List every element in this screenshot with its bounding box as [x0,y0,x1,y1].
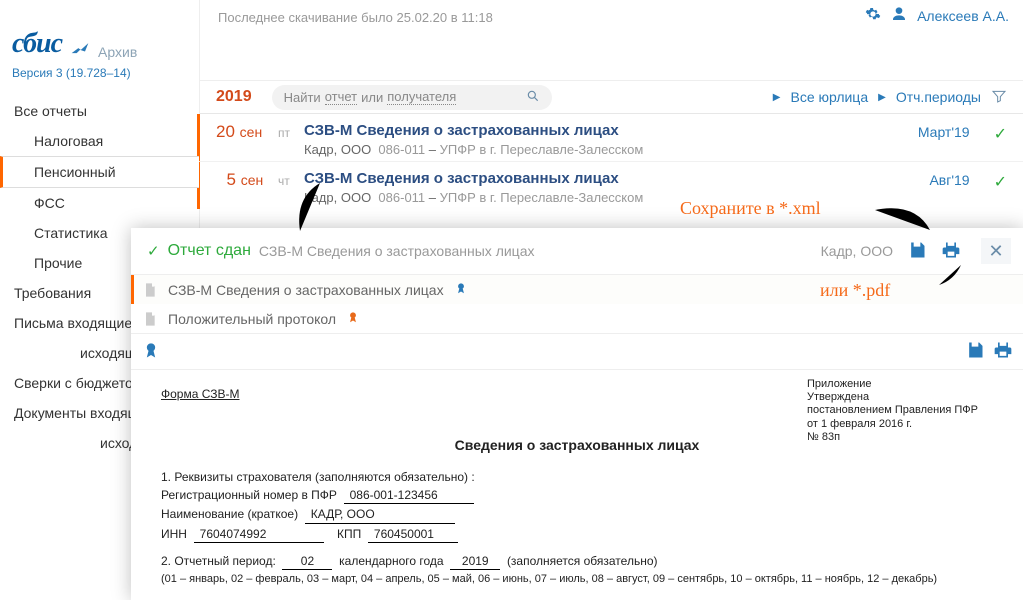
search-icon[interactable] [526,89,540,106]
last-download-text: Последнее скачивание было 25.02.20 в 11:… [218,10,493,25]
check-icon: ✓ [970,122,1007,144]
rosette-icon [346,310,360,327]
row-title: СЗВ-М Сведения о застрахованных лицах [304,122,918,139]
approval-block: Приложение Утверждена постановлением Пра… [807,378,987,444]
field-value: 760450001 [368,526,458,543]
tab-szvm[interactable]: СЗВ-М Сведения о застрахованных лицах [131,275,1023,304]
row-recipient: УПФР в г. Переславле-Залесском [440,190,644,205]
row-dow: чт [278,170,304,188]
triangle-icon: ▶ [773,92,781,103]
field-value: 02 [282,553,332,570]
field-value: КАДР, ООО [305,506,455,523]
save-icon[interactable] [907,240,927,263]
report-row[interactable]: 5 сен чт СЗВ-М Сведения о застрахованных… [197,162,1023,209]
form-name: Форма СЗВ-М [161,386,240,402]
report-status: Отчет сдан [168,242,251,260]
tab-protocol[interactable]: Положительный протокол [131,304,1023,333]
search-label-2: отчет [325,89,357,105]
tab-label: Положительный протокол [168,311,336,327]
field-label: КПП [337,527,361,541]
document-toolbar [131,333,1023,370]
row-period: Авг'19 [929,170,969,188]
tab-label: СЗВ-М Сведения о застрахованных лицах [168,282,444,298]
field-label: Наименование (краткое) [161,507,298,521]
row-day: 5 [216,170,236,190]
row-code: 086-011 [378,190,425,205]
link-all-orgs[interactable]: Все юрлица [791,89,869,105]
user-icon[interactable] [891,6,907,25]
field-label: календарного года [339,554,443,568]
field-label: Регистрационный номер в ПФР [161,488,337,502]
nav-all-reports[interactable]: Все отчеты [0,96,199,126]
nav-pension[interactable]: Пенсионный [0,156,199,188]
rosette-icon [141,340,161,363]
year-selector[interactable]: 2019 [216,88,252,106]
gear-icon[interactable] [865,6,881,25]
report-subtitle: СЗВ-М Сведения о застрахованных лицах [259,243,535,259]
filter-icon[interactable] [991,88,1007,107]
search-label-4: получателя [387,89,456,105]
report-detail-panel: ✓ Отчет сдан СЗВ-М Сведения о застрахова… [131,228,1023,600]
user-name[interactable]: Алексеев А.А. [917,8,1009,24]
document-icon [142,282,158,298]
close-button[interactable]: ✕ [981,238,1011,264]
list-header: 2019 Найти отчет или получателя ▶ Все юр… [200,80,1023,114]
row-org: Кадр, ООО [304,142,371,157]
field-value: 086-001-123456 [344,487,474,504]
link-periods[interactable]: Отч.периоды [896,89,981,105]
field-label: ИНН [161,527,187,541]
search-label-3: или [361,90,383,105]
doc-line: 1. Реквизиты страхователя (заполняются о… [161,469,993,485]
field-value: 7604074992 [194,526,324,543]
nav-tax[interactable]: Налоговая [0,126,199,156]
brand-logo: сбис [12,28,62,60]
bird-icon [70,41,90,60]
check-icon: ✓ [970,170,1007,192]
row-recipient: УПФР в г. Переславле-Залесском [440,142,644,157]
row-period: Март'19 [918,122,970,140]
row-code: 086-011 [378,142,425,157]
field-label: (заполняется обязательно) [507,554,658,568]
legend-text: (01 – январь, 02 – февраль, 03 – март, 0… [161,572,993,587]
row-title: СЗВ-М Сведения о застрахованных лицах [304,170,929,187]
field-label: 2. Отчетный период: [161,554,276,568]
report-list: 20 сен пт СЗВ-М Сведения о застрахованны… [200,114,1023,209]
document-icon [142,311,158,327]
row-dow: пт [278,122,304,140]
version-text: Версия 3 (19.728–14) [0,64,199,96]
save-icon[interactable] [965,340,985,363]
print-icon[interactable] [993,340,1013,363]
document-body: Приложение Утверждена постановлением Пра… [131,370,1023,587]
triangle-icon: ▶ [878,92,886,103]
row-day: 20 [216,122,235,141]
search-label-1: Найти [284,90,321,105]
search-input[interactable]: Найти отчет или получателя [272,85,552,110]
row-org: Кадр, ООО [304,190,371,205]
nav-fss[interactable]: ФСС [0,188,199,218]
row-month: сен [241,172,264,188]
report-row[interactable]: 20 сен пт СЗВ-М Сведения о застрахованны… [197,114,1023,162]
field-value: 2019 [450,553,500,570]
rosette-icon [454,281,468,298]
check-icon: ✓ [147,242,160,260]
row-month: сен [240,124,263,140]
print-icon[interactable] [941,240,961,263]
panel-org: Кадр, ООО [821,243,893,259]
brand-mode: Архив [98,44,137,60]
